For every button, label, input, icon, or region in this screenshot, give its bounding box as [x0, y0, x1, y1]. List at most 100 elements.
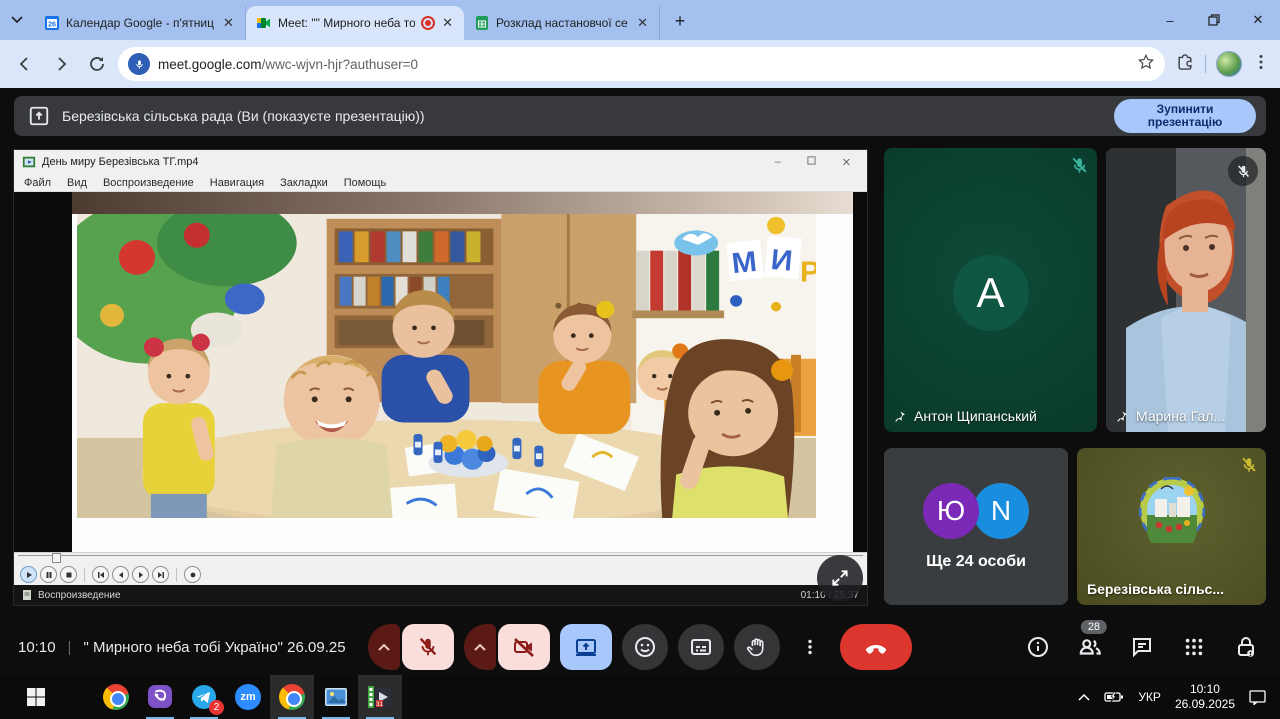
organization-logo: [1139, 477, 1205, 543]
tab-close-icon[interactable]: ✕: [220, 15, 237, 31]
step-forward-button[interactable]: [132, 566, 149, 583]
meet-controls-bar: 10:10 | " Мирного неба тобі Україно" 26.…: [0, 619, 1280, 675]
avatar-group: Ю N: [923, 483, 1029, 539]
bookmark-star-button[interactable]: [1137, 53, 1155, 76]
player-maximize-button[interactable]: [807, 156, 816, 169]
player-statusbar: Воспроизведение 01:10 / 25:37: [14, 585, 867, 605]
back-icon: [16, 55, 34, 73]
taskbar-photos[interactable]: [314, 675, 358, 719]
stop-presentation-button[interactable]: Зупинити презентацію: [1114, 99, 1256, 133]
step-back-button[interactable]: [112, 566, 129, 583]
player-minimize-button[interactable]: –: [775, 156, 781, 169]
url-host: meet.google.com: [158, 57, 262, 72]
host-controls-button[interactable]: [1232, 633, 1260, 661]
more-options-button[interactable]: [790, 624, 830, 670]
menu-navigation[interactable]: Навигация: [210, 177, 264, 189]
seek-handle[interactable]: [52, 553, 61, 563]
browser-menu-button[interactable]: [1252, 53, 1270, 76]
battery-indicator[interactable]: [1104, 691, 1124, 703]
new-tab-button[interactable]: +: [666, 7, 694, 35]
menu-bookmarks[interactable]: Закладки: [280, 177, 328, 189]
tab-calendar[interactable]: 26 Календар Google - п'ятниця, 2 ✕: [34, 6, 246, 40]
reload-button[interactable]: [82, 49, 112, 79]
participant-tile-maryna[interactable]: Марина Гал...: [1106, 148, 1266, 432]
taskbar-zoom[interactable]: zm: [226, 675, 270, 719]
forward-button[interactable]: [46, 49, 76, 79]
tab-title: Календар Google - п'ятниця, 2: [66, 16, 214, 30]
stop-button[interactable]: [60, 566, 77, 583]
taskbar-chrome-active[interactable]: [270, 675, 314, 719]
play-button[interactable]: [20, 566, 37, 583]
expand-presentation-button[interactable]: [817, 555, 863, 601]
participant-name: Березівська сільс...: [1087, 581, 1224, 597]
taskbar-chrome[interactable]: [94, 675, 138, 719]
start-button[interactable]: [14, 675, 58, 719]
camera-toggle-button[interactable]: [498, 624, 550, 670]
taskbar-clock[interactable]: 10:10 26.09.2025: [1175, 682, 1235, 712]
reactions-button[interactable]: [622, 624, 668, 670]
pause-button[interactable]: [40, 566, 57, 583]
window-restore-button[interactable]: [1192, 3, 1236, 37]
back-button[interactable]: [10, 49, 40, 79]
meeting-info: 10:10 | " Мирного неба тобі Україно" 26.…: [0, 639, 346, 656]
player-titlebar[interactable]: День миру Березівська ТГ.mp4 – ✕: [14, 150, 867, 174]
step-forward-icon: [137, 571, 145, 579]
expand-icon: [830, 568, 850, 588]
people-icon: [1077, 634, 1103, 660]
language-indicator[interactable]: УКР: [1138, 690, 1161, 704]
taskbar-media-player[interactable]: 31: [358, 675, 402, 719]
player-controls: [14, 564, 867, 585]
extensions-button[interactable]: [1175, 52, 1195, 77]
avatar: Ю: [923, 483, 979, 539]
svg-text:Р: Р: [800, 256, 816, 288]
player-seekbar[interactable]: [14, 552, 867, 564]
pause-icon: [45, 571, 53, 579]
meeting-details-button[interactable]: [1024, 633, 1052, 661]
participant-tile-anton[interactable]: А Антон Щипанський: [884, 148, 1097, 432]
mic-options-button[interactable]: [368, 624, 400, 670]
skip-back-button[interactable]: [92, 566, 109, 583]
camera-options-button[interactable]: [464, 624, 496, 670]
taskbar-viber[interactable]: [138, 675, 182, 719]
menu-playback[interactable]: Воспроизведение: [103, 177, 194, 189]
player-menubar: Файл Вид Воспроизведение Навигация Закла…: [14, 174, 867, 192]
window-close-button[interactable]: ✕: [1236, 3, 1280, 37]
tab-meet-active[interactable]: Meet: "" Мирного неба тоб ✕: [246, 6, 464, 40]
extra-control-button[interactable]: [184, 566, 201, 583]
mic-toggle-button[interactable]: [402, 624, 454, 670]
menu-file[interactable]: Файл: [24, 177, 51, 189]
hand-icon: [746, 636, 768, 658]
window-minimize-button[interactable]: –: [1148, 3, 1192, 37]
tray-expand-button[interactable]: [1078, 693, 1090, 701]
call-controls: [368, 624, 912, 670]
end-call-button[interactable]: [840, 624, 912, 670]
present-toggle-button[interactable]: [560, 624, 612, 670]
raise-hand-button[interactable]: [734, 624, 780, 670]
emoji-icon: [633, 635, 657, 659]
tab-close-icon[interactable]: ✕: [439, 15, 456, 31]
participant-tile-berezivska[interactable]: Березівська сільс...: [1077, 448, 1266, 605]
step-back-icon: [117, 571, 125, 579]
menu-view[interactable]: Вид: [67, 177, 87, 189]
tab-close-icon[interactable]: ✕: [634, 15, 651, 31]
tab-search-button[interactable]: [0, 3, 34, 37]
notification-center-button[interactable]: [1249, 690, 1266, 705]
taskbar-telegram[interactable]: 2: [182, 675, 226, 719]
address-bar[interactable]: meet.google.com/wwc-wjvn-hjr?authuser=0: [118, 47, 1165, 81]
more-participants-tile[interactable]: Ю N Ще 24 особи: [884, 448, 1068, 605]
kindergarten-scene: М И Р: [77, 214, 816, 518]
pin-icon: [894, 410, 907, 423]
profile-avatar[interactable]: [1216, 51, 1242, 77]
captions-icon: [689, 635, 713, 659]
player-close-button[interactable]: ✕: [842, 156, 851, 169]
tab-sheets[interactable]: Розклад настановчої сесії для ✕: [464, 6, 660, 40]
skip-forward-button[interactable]: [152, 566, 169, 583]
activities-button[interactable]: [1180, 633, 1208, 661]
menu-help[interactable]: Помощь: [344, 177, 387, 189]
chat-button[interactable]: [1128, 633, 1156, 661]
participant-name: Марина Гал...: [1116, 408, 1225, 424]
browser-toolbar: meet.google.com/wwc-wjvn-hjr?authuser=0: [0, 40, 1280, 88]
mic-permission-icon[interactable]: [128, 53, 150, 75]
participants-button[interactable]: 28: [1076, 633, 1104, 661]
captions-button[interactable]: [678, 624, 724, 670]
